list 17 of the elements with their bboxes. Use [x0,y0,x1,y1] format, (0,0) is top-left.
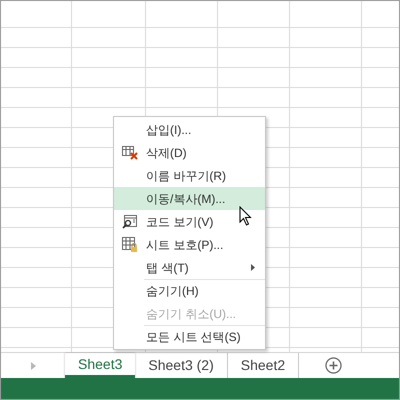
menu-item[interactable]: 이름 바꾸기(R) [114,164,265,187]
submenu-arrow-icon [251,264,255,271]
mouse-cursor-icon [239,206,252,226]
caret-icon [30,362,36,370]
sheet-lock-icon [122,236,138,252]
menu-item[interactable]: 삭제(D) [114,141,265,164]
add-sheet-icon[interactable] [324,357,342,374]
menu-item[interactable]: 숨기기(H) [114,279,265,302]
menu-item[interactable]: 탭 색(T) [114,256,265,279]
code-view-icon [122,214,138,228]
menu-item[interactable]: 시트 보호(P)... [114,233,265,256]
menu-item[interactable]: 이동/복사(M)... [114,187,265,210]
menu-item[interactable]: 모든 시트 선택(S) [114,325,265,348]
menu-item[interactable]: 코드 보기(V) [114,210,265,233]
sheet-tab[interactable]: Sheet3 [65,353,136,378]
delete-sheet-icon [122,146,138,160]
menu-item[interactable]: 삽입(I)... [114,118,265,141]
